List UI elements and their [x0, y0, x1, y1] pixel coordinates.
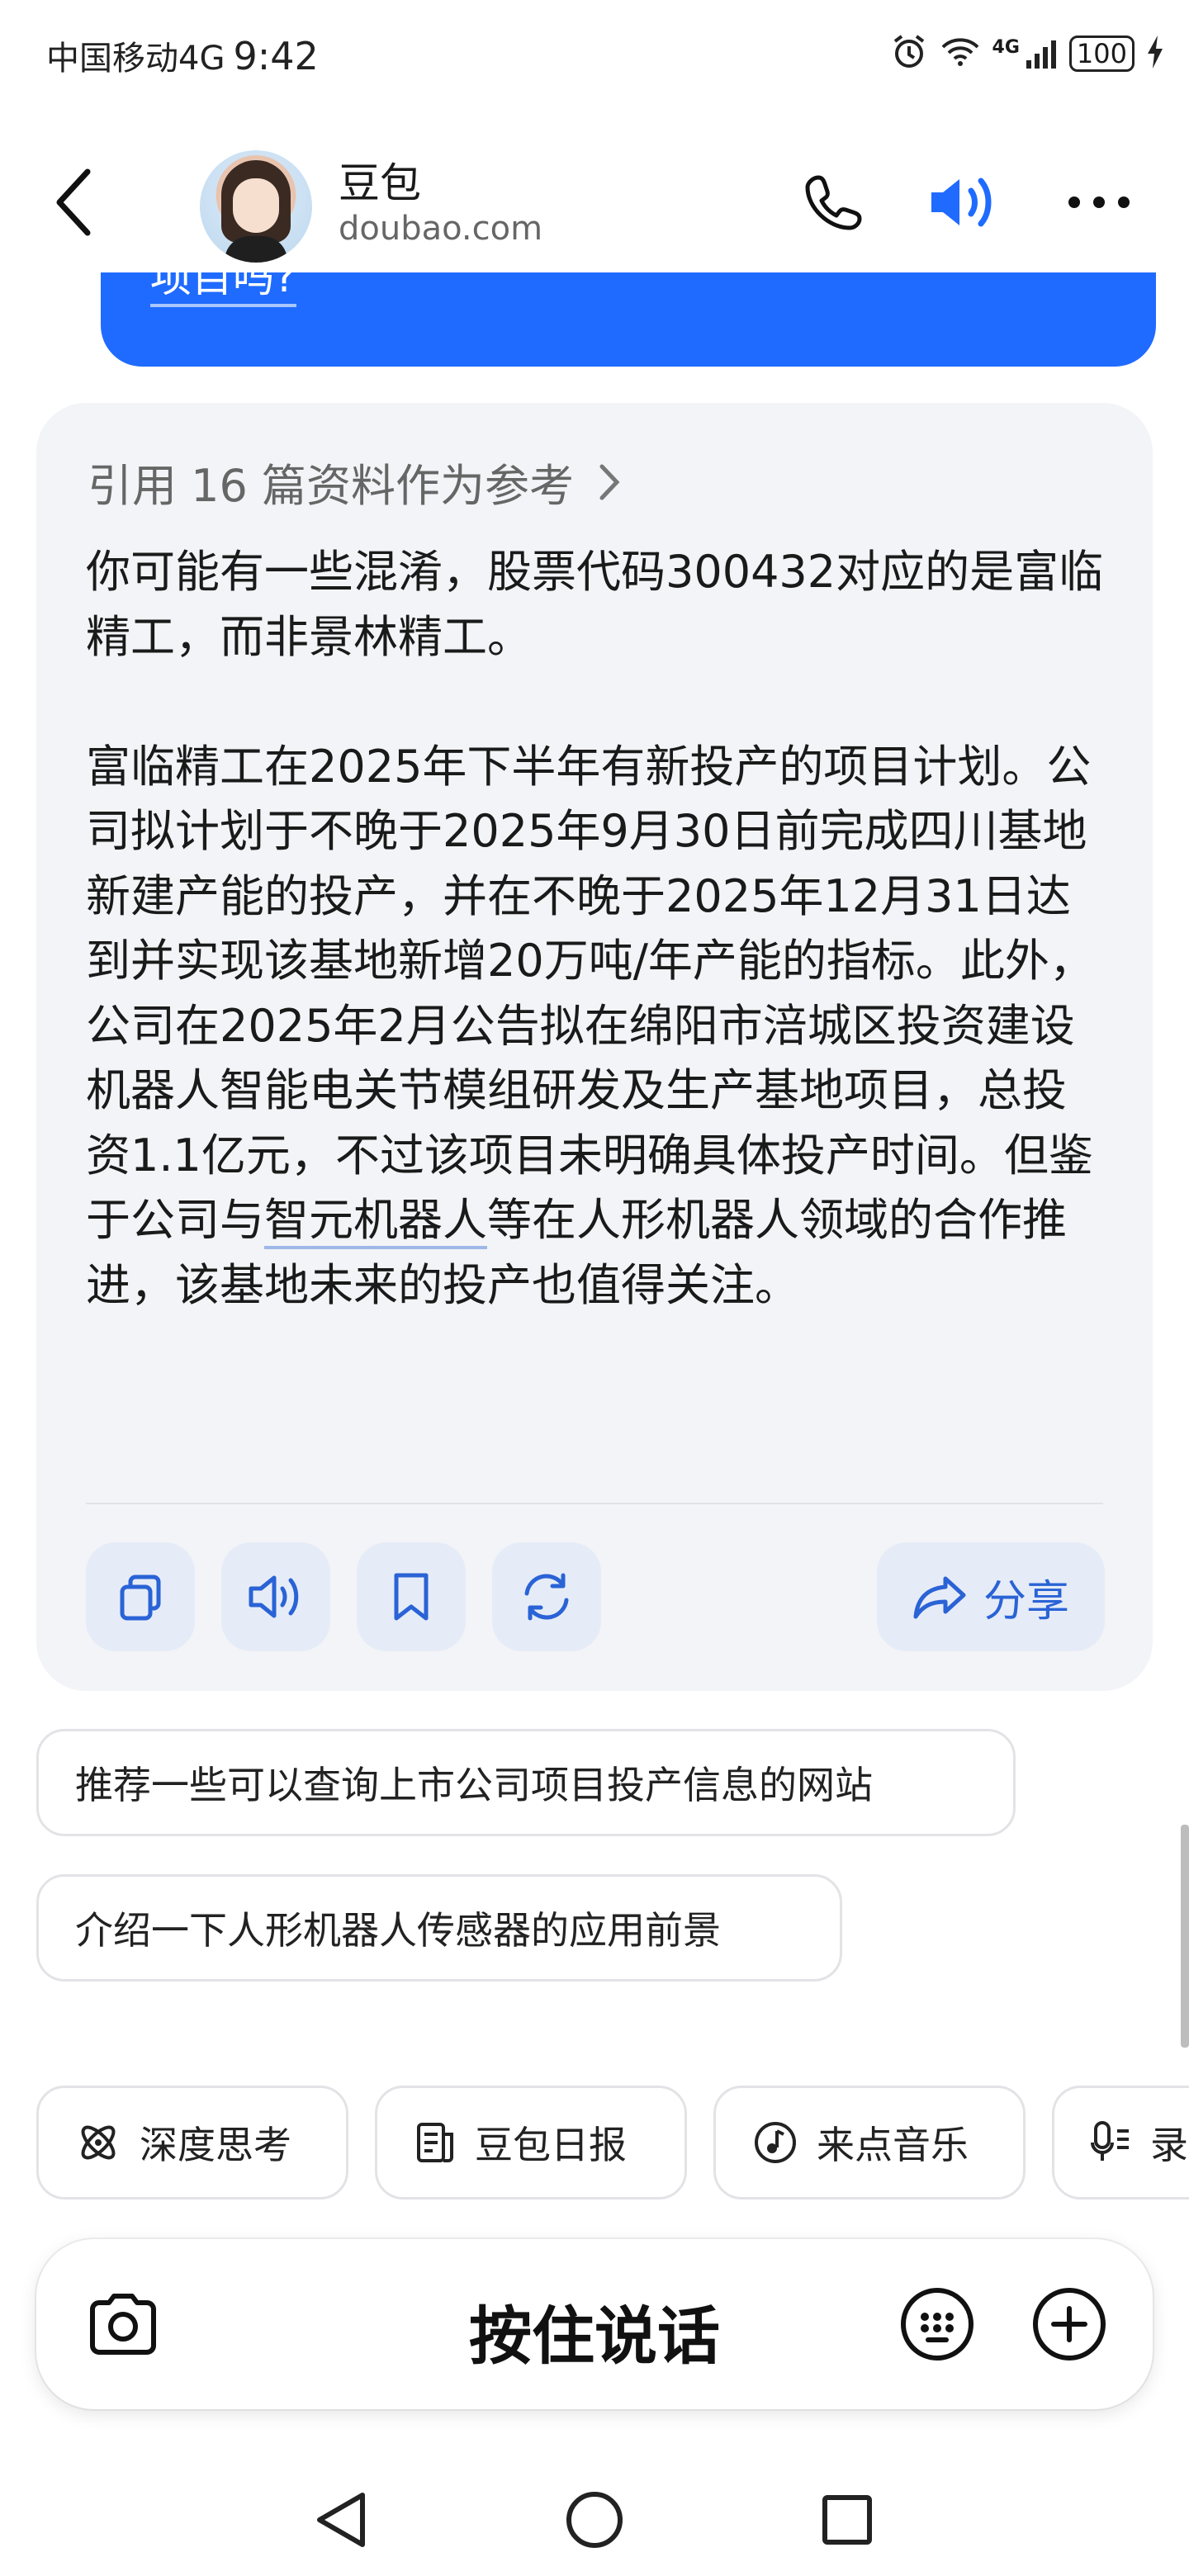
triangle-back-icon	[317, 2493, 365, 2547]
divider	[86, 1503, 1103, 1504]
signal-icon: 4G	[992, 37, 1058, 70]
keyboard-icon	[901, 2288, 973, 2361]
suggestion-text: 推荐一些可以查询上市公司项目投产信息的网站	[75, 1763, 873, 1807]
refresh-icon	[524, 1573, 569, 1621]
suggestion-text: 介绍一下人形机器人传感器的应用前景	[75, 1908, 721, 1953]
system-navigation-bar	[0, 2469, 1189, 2576]
alarm-icon	[890, 33, 928, 74]
avatar[interactable]	[200, 150, 312, 263]
nav-home-button[interactable]	[553, 2479, 636, 2561]
answer-paragraph-2-text: 富临精工在2025年下半年有新投产的项目计划。公司拟计划于不晚于2025年9月3…	[86, 740, 1094, 1247]
voice-playback-button[interactable]	[926, 165, 1001, 239]
chevron-right-icon	[599, 464, 620, 500]
plus-circle-icon	[1033, 2288, 1106, 2361]
more-options-button[interactable]	[1062, 165, 1136, 239]
square-recents-icon	[822, 2495, 872, 2545]
chip-label: 录	[1150, 2123, 1188, 2167]
circle-home-icon	[566, 2492, 623, 2548]
chip-deep-think[interactable]: 深度思考	[36, 2086, 348, 2200]
keyboard-toggle-button[interactable]	[892, 2279, 983, 2370]
reference-label: 引用 16 篇资料作为参考	[88, 460, 575, 512]
battery-level: 100	[1076, 38, 1127, 69]
assistant-answer-card: 引用 16 篇资料作为参考 你可能有一些混淆，股票代码300432对应的是富临精…	[36, 403, 1153, 1691]
answer-paragraph-2: 富临精工在2025年下半年有新投产的项目计划。公司拟计划于不晚于2025年9月3…	[86, 741, 1094, 1311]
phone-icon	[805, 175, 862, 230]
copy-button[interactable]	[86, 1542, 195, 1651]
share-label: 分享	[983, 1576, 1069, 1627]
chip-label: 深度思考	[140, 2123, 291, 2167]
add-button[interactable]	[1024, 2279, 1115, 2370]
nav-back-button[interactable]	[301, 2479, 383, 2561]
speaker-icon	[249, 1575, 299, 1618]
chip-music[interactable]: 来点音乐	[713, 2086, 1026, 2200]
clock: 9:42	[233, 34, 319, 78]
bookmark-button[interactable]	[357, 1542, 466, 1651]
reference-link[interactable]: 引用 16 篇资料作为参考	[88, 449, 622, 514]
regenerate-button[interactable]	[492, 1542, 601, 1651]
suggested-question[interactable]: 介绍一下人形机器人传感器的应用前景	[36, 1874, 842, 1982]
hold-to-talk-button[interactable]: 按住说话	[36, 2285, 1153, 2376]
read-aloud-button[interactable]	[221, 1542, 330, 1651]
network-type: 4G	[992, 37, 1020, 58]
copy-icon	[120, 1574, 161, 1621]
news-icon	[417, 2123, 453, 2162]
back-button[interactable]	[50, 165, 99, 239]
input-bar: 按住说话	[36, 2239, 1153, 2409]
chip-daily-news[interactable]: 豆包日报	[375, 2086, 687, 2200]
music-icon	[755, 2122, 796, 2163]
phone-call-button[interactable]	[796, 165, 870, 239]
page-title: 豆包	[339, 159, 421, 207]
charging-icon	[1146, 34, 1164, 73]
user-message-bubble[interactable]: 项目吗?	[101, 272, 1156, 367]
suggested-question[interactable]: 推荐一些可以查询上市公司项目投产信息的网站	[36, 1729, 1016, 1836]
mic-icon	[1091, 2121, 1129, 2161]
nav-recents-button[interactable]	[806, 2479, 888, 2561]
speaker-icon	[931, 178, 992, 227]
entity-link[interactable]: 智元机器人	[264, 1194, 487, 1249]
chat-header: 豆包 doubao.com	[0, 132, 1189, 281]
bookmark-icon	[394, 1573, 429, 1621]
answer-body: 你可能有一些混淆，股票代码300432对应的是富临精工，而非景林精工。 富临精工…	[86, 540, 1110, 1318]
chevron-left-icon	[56, 168, 91, 236]
chip-label: 豆包日报	[475, 2123, 627, 2167]
atom-icon	[81, 2125, 116, 2160]
page-subtitle: doubao.com	[339, 210, 543, 248]
share-icon	[913, 1576, 966, 1619]
chip-record[interactable]: 录	[1052, 2086, 1189, 2200]
battery-indicator: 100	[1068, 36, 1135, 72]
answer-paragraph-1: 你可能有一些混淆，股票代码300432对应的是富临精工，而非景林精工。	[86, 546, 1104, 663]
more-dots-icon	[1068, 197, 1130, 208]
user-message-text: 项目吗?	[150, 272, 296, 307]
wifi-icon	[940, 36, 981, 72]
status-bar: 中国移动4G 9:42 4G 100	[0, 0, 1189, 107]
share-button[interactable]: 分享	[877, 1542, 1105, 1651]
chip-label: 来点音乐	[817, 2123, 969, 2167]
scrollbar[interactable]	[1181, 1825, 1189, 2048]
carrier-label: 中国移动4G	[46, 40, 225, 78]
